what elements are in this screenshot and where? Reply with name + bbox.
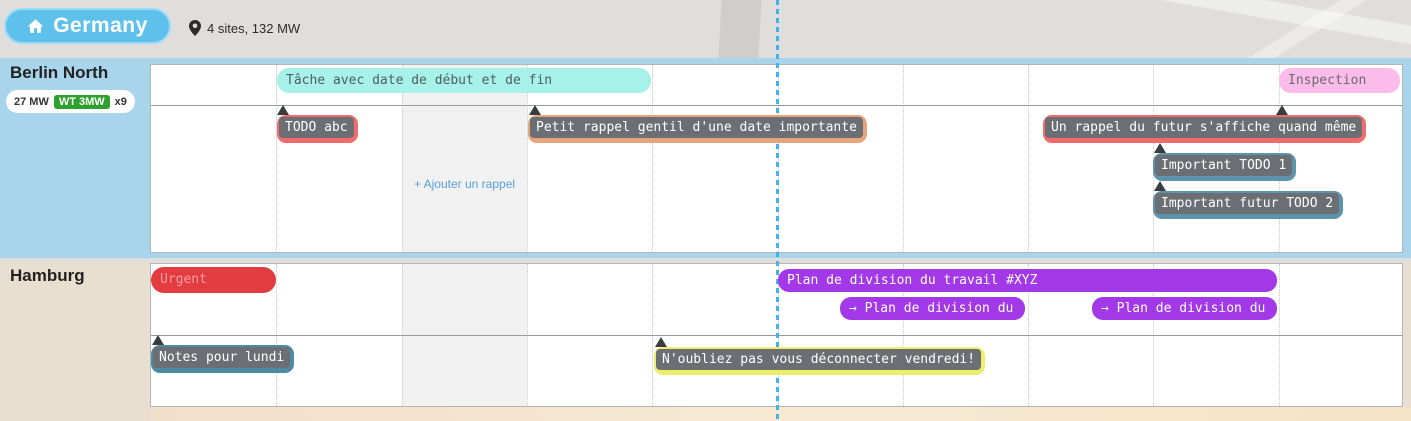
reminder-date-marker: [529, 105, 541, 115]
reminder-date-marker: [277, 105, 289, 115]
bottom-background-strip: [151, 407, 1411, 421]
turbine-blade-watermark: [1022, 0, 1411, 48]
grid-column-line: [903, 65, 904, 252]
region-button-label: Germany: [53, 14, 148, 38]
reminder-date-marker: [655, 337, 667, 347]
reminder-todo-abc[interactable]: TODO abc: [277, 115, 358, 143]
grid-column-line: [527, 65, 528, 252]
reminder-date-marker: [1154, 143, 1166, 153]
reminder-notes-lundi[interactable]: Notes pour lundi: [151, 345, 294, 373]
turbine-count: x9: [115, 96, 127, 108]
reminder-label: Un rappel du futur s'affiche quand même: [1045, 117, 1362, 138]
reminder-important-todo-1[interactable]: Important TODO 1: [1153, 153, 1296, 181]
grid-column-line: [1028, 65, 1029, 252]
reminder-date-marker: [152, 335, 164, 345]
highlighted-day-column[interactable]: [402, 65, 527, 252]
reminder-rappel-futur[interactable]: Un rappel du futur s'affiche quand même: [1043, 115, 1366, 143]
grid-column-line: [778, 65, 779, 252]
reminder-label: Petit rappel gentil d'une date important…: [530, 117, 863, 138]
site-name-berlin-north[interactable]: Berlin North: [10, 63, 108, 83]
reminder-label: TODO abc: [279, 117, 354, 138]
subrow-separator: [151, 335, 1402, 336]
task-bar-plan-division-xyz[interactable]: Plan de division du travail #XYZ: [778, 269, 1277, 292]
add-reminder-link[interactable]: + Ajouter un rappel: [402, 177, 527, 191]
reminder-date-marker: [1276, 105, 1288, 115]
reminder-label: Important TODO 1: [1155, 155, 1292, 176]
reminder-petit-rappel[interactable]: Petit rappel gentil d'une date important…: [528, 115, 867, 143]
sites-summary: 4 sites, 132 MW: [189, 20, 300, 36]
task-bar-urgent[interactable]: Urgent: [151, 267, 276, 293]
reminder-label: Notes pour lundi: [153, 347, 290, 368]
reminder-deconnecter-vendredi[interactable]: N'oubliez pas vous déconnecter vendredi!: [654, 347, 985, 375]
site-capacity: 27 MW: [14, 96, 49, 108]
grid-column-line: [276, 65, 277, 252]
wind-farm-timeline-screen: Germany 4 sites, 132 MW Berlin North 27 …: [0, 0, 1411, 421]
subrow-separator: [151, 105, 1402, 106]
site-name-hamburg[interactable]: Hamburg: [10, 266, 85, 286]
home-icon: [27, 18, 44, 35]
location-pin-icon: [189, 20, 201, 36]
reminder-date-marker: [1154, 181, 1166, 191]
grid-column-line: [402, 65, 403, 252]
task-bar-tache-debut-fin[interactable]: Tâche avec date de début et de fin: [277, 68, 651, 93]
sites-summary-text: 4 sites, 132 MW: [207, 21, 300, 36]
site-capacity-pill: 27 MW WT 3MW x9: [6, 90, 135, 113]
turbine-pole-watermark: [718, 0, 761, 58]
grid-column-line: [652, 65, 653, 252]
turbine-model-badge: WT 3MW: [54, 95, 110, 109]
region-home-button[interactable]: Germany: [4, 8, 171, 44]
reminder-label: Important futur TODO 2: [1155, 193, 1339, 214]
task-bar-inspection[interactable]: Inspection: [1279, 68, 1400, 93]
reminder-label: N'oubliez pas vous déconnecter vendredi!: [656, 349, 981, 370]
task-bar-plan-division-continuation[interactable]: → Plan de division du: [840, 297, 1025, 320]
task-bar-plan-division-continuation[interactable]: → Plan de division du: [1092, 297, 1277, 320]
reminder-important-futur-todo-2[interactable]: Important futur TODO 2: [1153, 191, 1343, 219]
